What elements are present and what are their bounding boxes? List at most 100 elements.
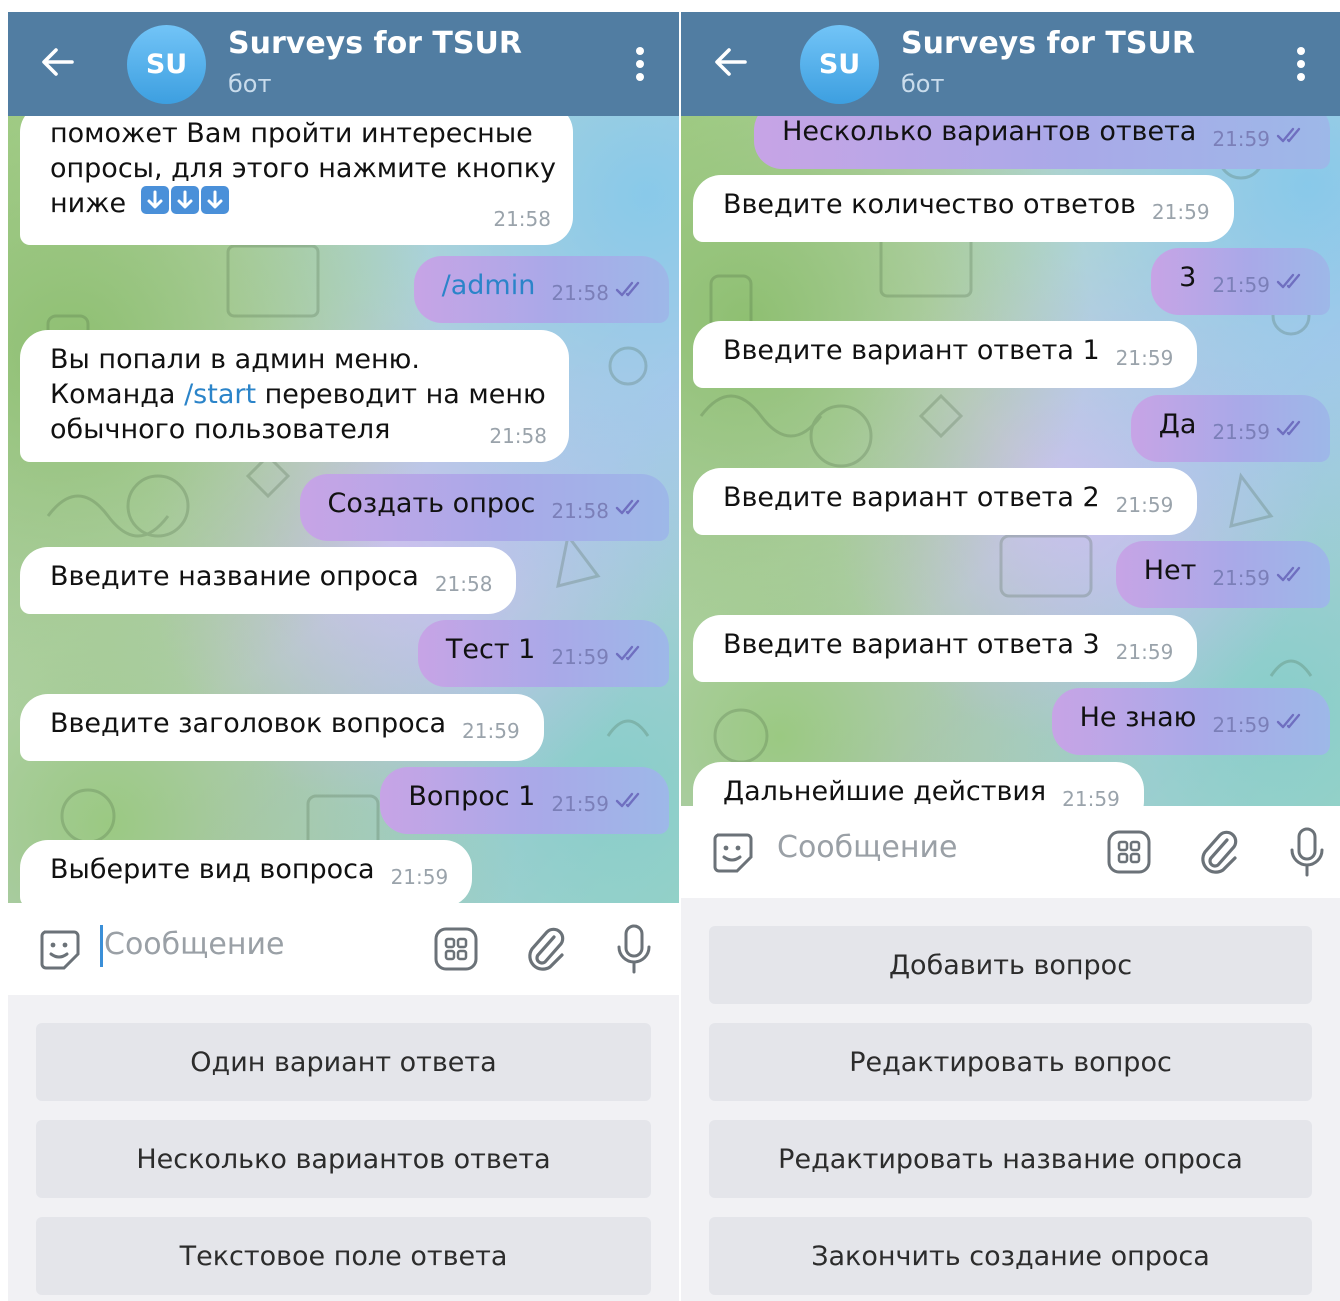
read-double-check-icon	[1276, 712, 1306, 730]
message-incoming[interactable]: Выберите вид вопроса 21:59	[20, 840, 473, 903]
sticker-icon[interactable]	[709, 829, 755, 875]
message-outgoing[interactable]: /admin 21:58	[413, 256, 669, 323]
message-text-line: ниже	[50, 186, 549, 225]
message-time: 21:58	[489, 424, 547, 448]
message-composer: Сообщение	[681, 806, 1340, 898]
microphone-icon[interactable]	[1289, 826, 1325, 878]
bot-reply-keyboard: Добавить вопрос Редактировать вопрос Ред…	[681, 898, 1340, 1301]
message-time: 21:59	[551, 645, 609, 669]
message-text: Тест 1	[445, 634, 536, 665]
message-outgoing[interactable]: Вопрос 1 21:59	[380, 767, 669, 834]
message-time: 21:58	[551, 281, 609, 305]
message-text: Введите вариант ответа 2	[723, 482, 1100, 513]
message-text: Да	[1158, 409, 1197, 440]
read-double-check-icon	[615, 791, 645, 809]
message-time: 21:59	[1115, 346, 1174, 370]
message-outgoing[interactable]: Несколько вариантов ответа 21:59	[754, 116, 1330, 169]
message-time: 21:58	[551, 499, 609, 523]
bot-command-link[interactable]: /start	[184, 379, 256, 410]
chat-title[interactable]: Surveys for TSUR	[228, 26, 522, 61]
back-arrow-icon[interactable]	[38, 42, 78, 82]
message-outgoing[interactable]: 3 21:59	[1151, 248, 1330, 315]
message-text: Введите заголовок вопроса	[50, 708, 447, 739]
message-list[interactable]: поможет Вам пройти интересные опросы, дл…	[8, 116, 679, 903]
message-text: Дальнейшие действия	[723, 776, 1047, 806]
message-text: поможет Вам пройти интересные	[50, 118, 533, 149]
chat-screen-right: SU Surveys for TSUR бот Несколько вариан…	[681, 12, 1340, 1301]
message-outgoing[interactable]: Тест 1 21:59	[417, 620, 669, 687]
message-time: 21:59	[1212, 420, 1270, 444]
read-double-check-icon	[615, 498, 645, 516]
bot-commands-icon[interactable]	[1107, 830, 1151, 874]
read-double-check-icon	[1276, 565, 1306, 583]
message-list[interactable]: Несколько вариантов ответа 21:59 Введите …	[681, 116, 1340, 806]
read-double-check-icon	[615, 644, 645, 662]
attach-clip-icon[interactable]	[1197, 828, 1241, 876]
message-incoming[interactable]: Дальнейшие действия 21:59	[693, 762, 1144, 806]
message-outgoing[interactable]: Да 21:59	[1130, 395, 1330, 462]
chat-subtitle: бот	[901, 70, 945, 98]
bot-command-link[interactable]: /admin	[442, 270, 536, 301]
message-incoming[interactable]: поможет Вам пройти интересные опросы, дл…	[20, 116, 573, 245]
message-text-line: Команда /start переводит на меню	[50, 377, 546, 412]
message-time: 21:59	[1151, 200, 1210, 224]
message-text: Введите количество ответов	[723, 189, 1136, 220]
message-time: 21:59	[1212, 273, 1270, 297]
message-text: обычного пользователя	[50, 414, 391, 445]
attach-clip-icon[interactable]	[524, 925, 568, 973]
message-text: Вопрос 1	[408, 781, 536, 812]
message-incoming[interactable]: Введите вариант ответа 1 21:59	[693, 321, 1198, 388]
message-input[interactable]: Сообщение	[777, 830, 957, 865]
keyboard-button[interactable]: Текстовое поле ответа	[36, 1217, 651, 1295]
chat-header: SU Surveys for TSUR бот	[681, 12, 1340, 116]
message-text: ниже	[50, 188, 127, 219]
message-time: 21:59	[1115, 493, 1174, 517]
message-time: 21:59	[1115, 640, 1174, 664]
read-double-check-icon	[1276, 272, 1306, 290]
message-incoming[interactable]: Введите количество ответов 21:59	[693, 175, 1234, 242]
chat-header: SU Surveys for TSUR бот	[8, 12, 679, 116]
keyboard-button[interactable]: Добавить вопрос	[709, 926, 1312, 1004]
message-time: 21:59	[1062, 787, 1120, 806]
chat-subtitle: бот	[228, 70, 272, 98]
message-incoming[interactable]: Введите заголовок вопроса 21:59	[20, 694, 544, 761]
microphone-icon[interactable]	[616, 923, 652, 975]
message-incoming[interactable]: Вы попали в админ меню. Команда /start п…	[20, 330, 569, 462]
message-time: 21:59	[1212, 566, 1270, 590]
message-text: переводит на меню	[264, 379, 546, 410]
message-time: 21:59	[1212, 713, 1270, 737]
read-double-check-icon	[1276, 419, 1306, 437]
back-arrow-icon[interactable]	[711, 42, 751, 82]
keyboard-button[interactable]: Один вариант ответа	[36, 1023, 651, 1101]
chat-screen-left: SU Surveys for TSUR бот поможет Вам прой…	[8, 12, 679, 1301]
message-time: 21:58	[434, 572, 493, 596]
message-text: 3	[1179, 262, 1197, 293]
keyboard-button[interactable]: Редактировать название опроса	[709, 1120, 1312, 1198]
message-time: 21:59	[390, 865, 449, 889]
sticker-icon[interactable]	[36, 926, 82, 972]
avatar[interactable]: SU	[800, 25, 879, 104]
message-time: 21:59	[551, 792, 609, 816]
avatar[interactable]: SU	[127, 25, 206, 104]
more-vert-icon[interactable]	[635, 46, 645, 82]
message-text: Введите название опроса	[50, 561, 419, 592]
message-text: Несколько вариантов ответа	[782, 116, 1197, 147]
message-incoming[interactable]: Введите вариант ответа 2 21:59	[693, 468, 1198, 535]
keyboard-button[interactable]: Редактировать вопрос	[709, 1023, 1312, 1101]
text-cursor	[100, 925, 103, 967]
more-vert-icon[interactable]	[1296, 46, 1306, 82]
bot-commands-icon[interactable]	[434, 927, 478, 971]
message-incoming[interactable]: Введите вариант ответа 3 21:59	[693, 615, 1198, 682]
message-input[interactable]: Сообщение	[104, 927, 284, 962]
keyboard-button[interactable]: Несколько вариантов ответа	[36, 1120, 651, 1198]
message-outgoing[interactable]: Создать опрос 21:58	[299, 474, 669, 541]
message-text: Нет	[1143, 555, 1197, 586]
chat-title[interactable]: Surveys for TSUR	[901, 26, 1195, 61]
message-text: Вы попали в админ меню.	[50, 344, 420, 375]
message-text: Введите вариант ответа 3	[723, 629, 1100, 660]
message-incoming[interactable]: Введите название опроса 21:58	[20, 547, 517, 614]
message-text: опросы, для этого нажмите кнопку	[50, 153, 557, 184]
message-outgoing[interactable]: Нет 21:59	[1115, 541, 1330, 608]
keyboard-button[interactable]: Закончить создание опроса	[709, 1217, 1312, 1295]
message-outgoing[interactable]: Не знаю 21:59	[1051, 688, 1330, 755]
